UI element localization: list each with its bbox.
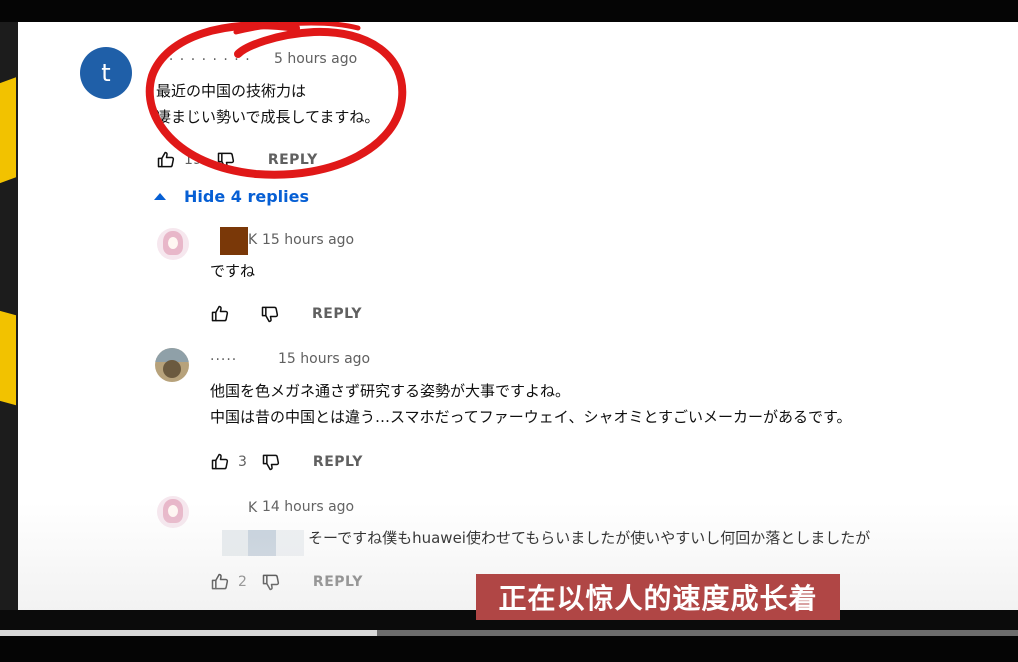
comment-text: 他国を色メガネ通さず研究する姿勢が大事ですよね。 中国は昔の中国とは違う…スマホ…	[210, 378, 852, 430]
comment-actions: 2 REPLY	[208, 570, 363, 594]
comment-actions: REPLY	[208, 302, 362, 326]
thumb-up-icon[interactable]	[208, 570, 232, 594]
author-name[interactable]: K	[248, 500, 258, 516]
avatar[interactable]	[157, 496, 189, 528]
author-name[interactable]: ·····	[210, 352, 237, 368]
lightning-graphic	[0, 77, 16, 187]
thumb-down-icon[interactable]	[259, 450, 283, 474]
red-circle-annotation	[145, 22, 407, 179]
like-count: 3	[238, 454, 247, 470]
caret-up-icon	[154, 193, 166, 200]
author-name[interactable]: K	[248, 232, 258, 248]
hide-replies-button[interactable]: Hide 4 replies	[154, 187, 309, 206]
comment-line: 中国は昔の中国とは違う…スマホだってファーウェイ、シャオミとすごいメーカーがある…	[210, 408, 852, 426]
redacted-name-block	[220, 227, 248, 255]
reply-button[interactable]: REPLY	[312, 306, 362, 322]
avatar[interactable]	[155, 348, 189, 382]
comment-line: 他国を色メガネ通さず研究する姿勢が大事ですよね。	[210, 382, 571, 400]
like-count: 2	[238, 574, 247, 590]
comment-actions: 3 REPLY	[208, 450, 363, 474]
comment-text: そーですね僕もhuawei使わせてもらいましたが使いやすいし何回か落としましたが	[308, 525, 870, 551]
reply-button[interactable]: REPLY	[313, 574, 363, 590]
reply-button[interactable]: REPLY	[313, 454, 363, 470]
thumb-down-icon[interactable]	[258, 302, 282, 326]
hide-replies-label: Hide 4 replies	[184, 187, 309, 206]
thumb-up-icon[interactable]	[208, 302, 232, 326]
timestamp[interactable]: 14 hours ago	[262, 499, 354, 515]
comment-line: そーですね僕もhuawei使わせてもらいましたが使いやすいし何回か落としましたが	[308, 529, 871, 547]
timestamp[interactable]: 15 hours ago	[262, 232, 354, 248]
comment-text: ですね	[210, 258, 255, 284]
video-subtitle: 正在以惊人的速度成长着	[476, 574, 840, 620]
avatar[interactable]	[157, 228, 189, 260]
avatar[interactable]: t	[80, 47, 132, 99]
video-left-edge	[0, 22, 18, 610]
redacted-block	[222, 530, 248, 556]
comments-panel: t · · · · · · · · · 5 hours ago 最近の中国の技術…	[18, 22, 1018, 610]
video-top-bar	[0, 0, 1018, 22]
comment-line: ですね	[210, 262, 256, 280]
thumb-down-icon[interactable]	[259, 570, 283, 594]
redacted-block	[248, 530, 276, 556]
video-bottom-bar	[0, 636, 1018, 662]
timestamp[interactable]: 15 hours ago	[278, 351, 370, 367]
redacted-block	[276, 530, 304, 556]
thumb-up-icon[interactable]	[208, 450, 232, 474]
lightning-graphic	[0, 308, 16, 406]
